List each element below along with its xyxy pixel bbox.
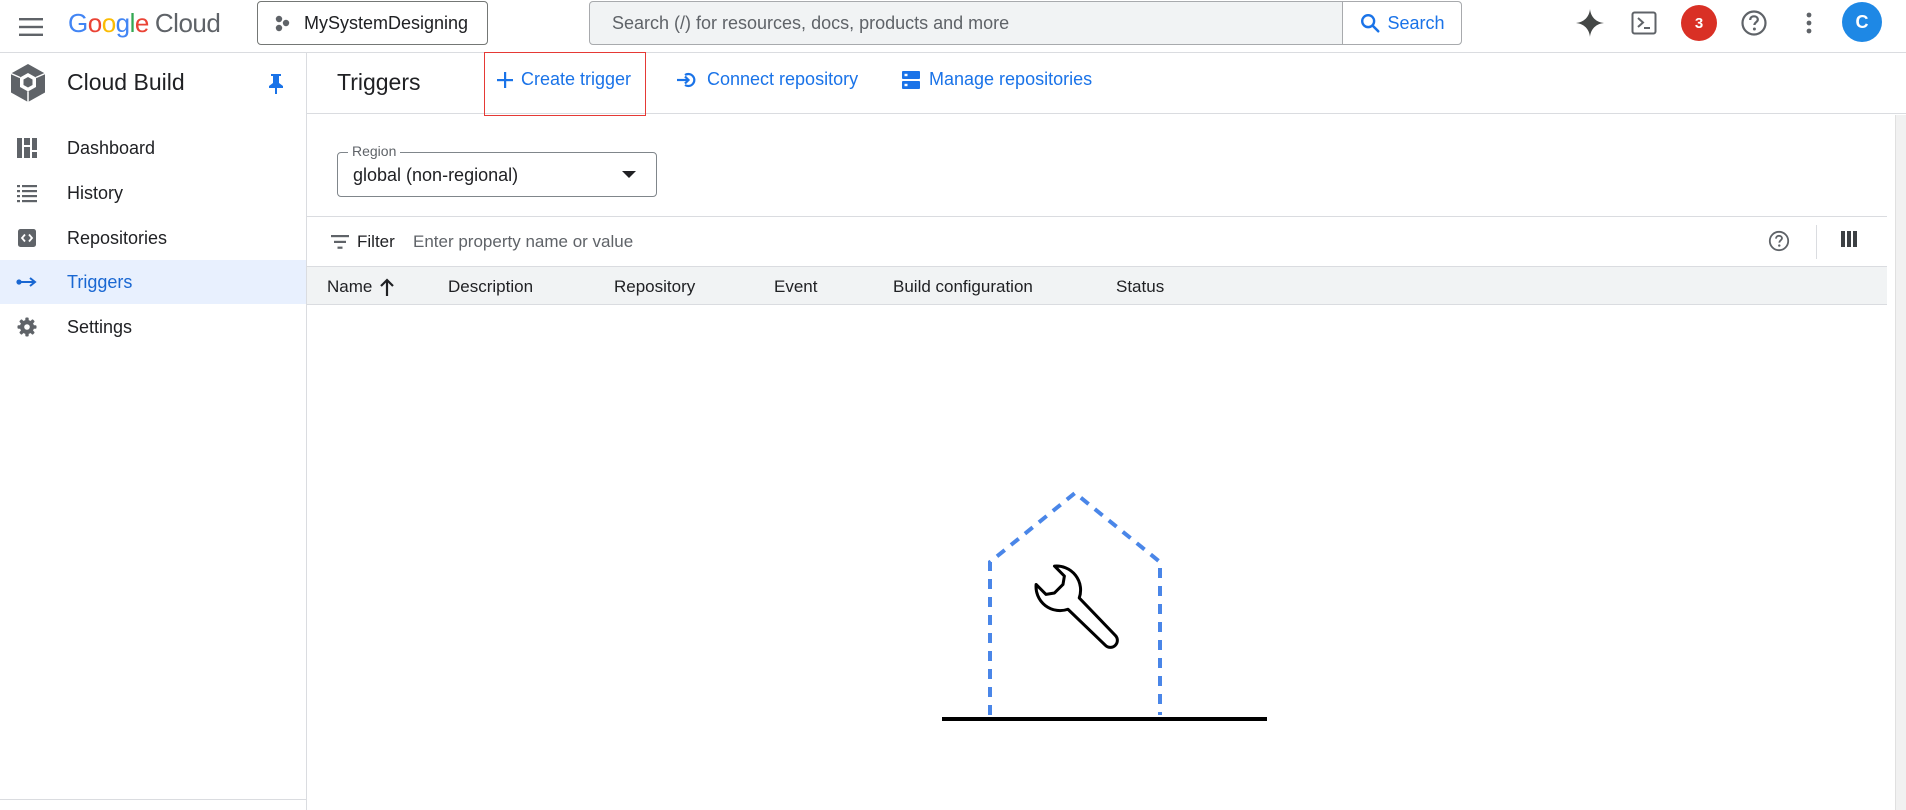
dropdown-caret-icon [622,171,636,178]
sidebar-item-label: Settings [67,317,133,337]
region-select[interactable]: Region global (non-regional) [337,143,657,197]
page-header: Triggers Create trigger Connect reposito… [307,52,1906,116]
help-icon[interactable] [1736,5,1772,41]
dashboard-icon [16,137,38,159]
create-trigger-label: Create trigger [521,69,632,89]
column-label: Status [1116,277,1165,296]
arrow-up-icon [380,278,395,296]
region-label: Region [348,143,401,159]
create-trigger-button[interactable]: Create trigger [497,69,631,90]
connect-repository-label: Connect repository [707,69,859,89]
product-header: Cloud Build [0,53,306,113]
connect-icon [677,72,696,87]
scrollbar[interactable] [1895,115,1906,810]
cloud-shell-icon[interactable] [1626,5,1662,41]
sidebar-item-settings[interactable]: Settings [0,305,306,349]
sidebar: Cloud Build Dashboard History Repositori… [0,53,307,810]
sidebar-item-label: Dashboard [67,138,156,158]
manage-repositories-button[interactable]: Manage repositories [901,69,1092,90]
sidebar-item-label: History [67,183,124,203]
sidebar-item-history[interactable]: History [0,171,306,215]
gemini-sparkle-icon[interactable] [1572,5,1608,41]
column-header-event[interactable]: Event [774,277,817,297]
project-picker-button[interactable]: MySystemDesigning [257,1,488,45]
pin-icon[interactable] [266,73,286,100]
column-header-build-configuration[interactable]: Build configuration [893,277,1033,297]
menu-icon[interactable] [14,10,48,44]
notifications-badge[interactable]: 3 [1681,5,1717,41]
column-label: Name [327,277,373,296]
sidebar-item-label: Repositories [67,228,168,248]
more-vert-icon[interactable] [1791,5,1827,41]
account-avatar[interactable]: C [1842,2,1882,42]
search-button[interactable]: Search [1342,2,1461,44]
search-button-label: Search [1387,12,1445,33]
repository-icon [16,227,38,249]
empty-state-illustration [932,475,1272,730]
table-header: Name Description Repository Event Build … [307,267,1887,305]
sidebar-item-dashboard[interactable]: Dashboard [0,126,306,170]
column-label: Repository [614,277,696,296]
project-name: MySystemDesigning [304,12,469,33]
filter-input[interactable] [413,225,1463,259]
column-header-description[interactable]: Description [448,277,533,297]
column-header-status[interactable]: Status [1116,277,1164,297]
column-header-repository[interactable]: Repository [614,277,695,297]
plus-icon [497,71,513,88]
gear-icon [16,316,38,338]
sidebar-divider [0,799,306,800]
search-input[interactable] [590,2,1342,44]
avatar-initial: C [1842,2,1882,42]
filter-label: Filter [357,232,395,251]
filter-help-icon[interactable] [1768,230,1790,257]
sidebar-item-label: Triggers [67,272,133,292]
filter-button[interactable]: Filter [331,232,395,252]
filter-bar: Filter [307,216,1887,267]
triggers-icon [16,271,38,293]
connect-repository-button[interactable]: Connect repository [677,69,858,90]
filter-divider [1816,225,1817,259]
column-label: Description [448,277,534,296]
sidebar-item-triggers[interactable]: Triggers [0,260,306,304]
filter-icon [331,235,349,249]
column-label: Event [774,277,818,296]
notification-count: 3 [1681,5,1717,41]
column-header-name[interactable]: Name [327,277,395,297]
wrench-icon [1034,564,1119,649]
search-icon [1361,14,1381,33]
storage-icon [902,70,920,89]
product-name: Cloud Build [67,69,185,95]
column-display-icon[interactable] [1840,230,1858,253]
sidebar-item-repositories[interactable]: Repositories [0,216,306,260]
manage-repositories-label: Manage repositories [929,69,1093,89]
cloud-build-logo-icon [9,63,47,108]
top-bar: GoogleCloud MySystemDesigning Search 3 C [0,0,1906,53]
region-value: global (non-regional) [353,165,519,185]
project-icon [274,14,292,32]
google-cloud-logo[interactable]: Google Cloud [68,8,221,39]
main-content: Triggers Create trigger Connect reposito… [307,52,1906,810]
page-title: Triggers [337,69,421,95]
list-icon [16,182,38,204]
column-label: Build configuration [893,277,1033,296]
search-bar: Search [589,1,1462,45]
